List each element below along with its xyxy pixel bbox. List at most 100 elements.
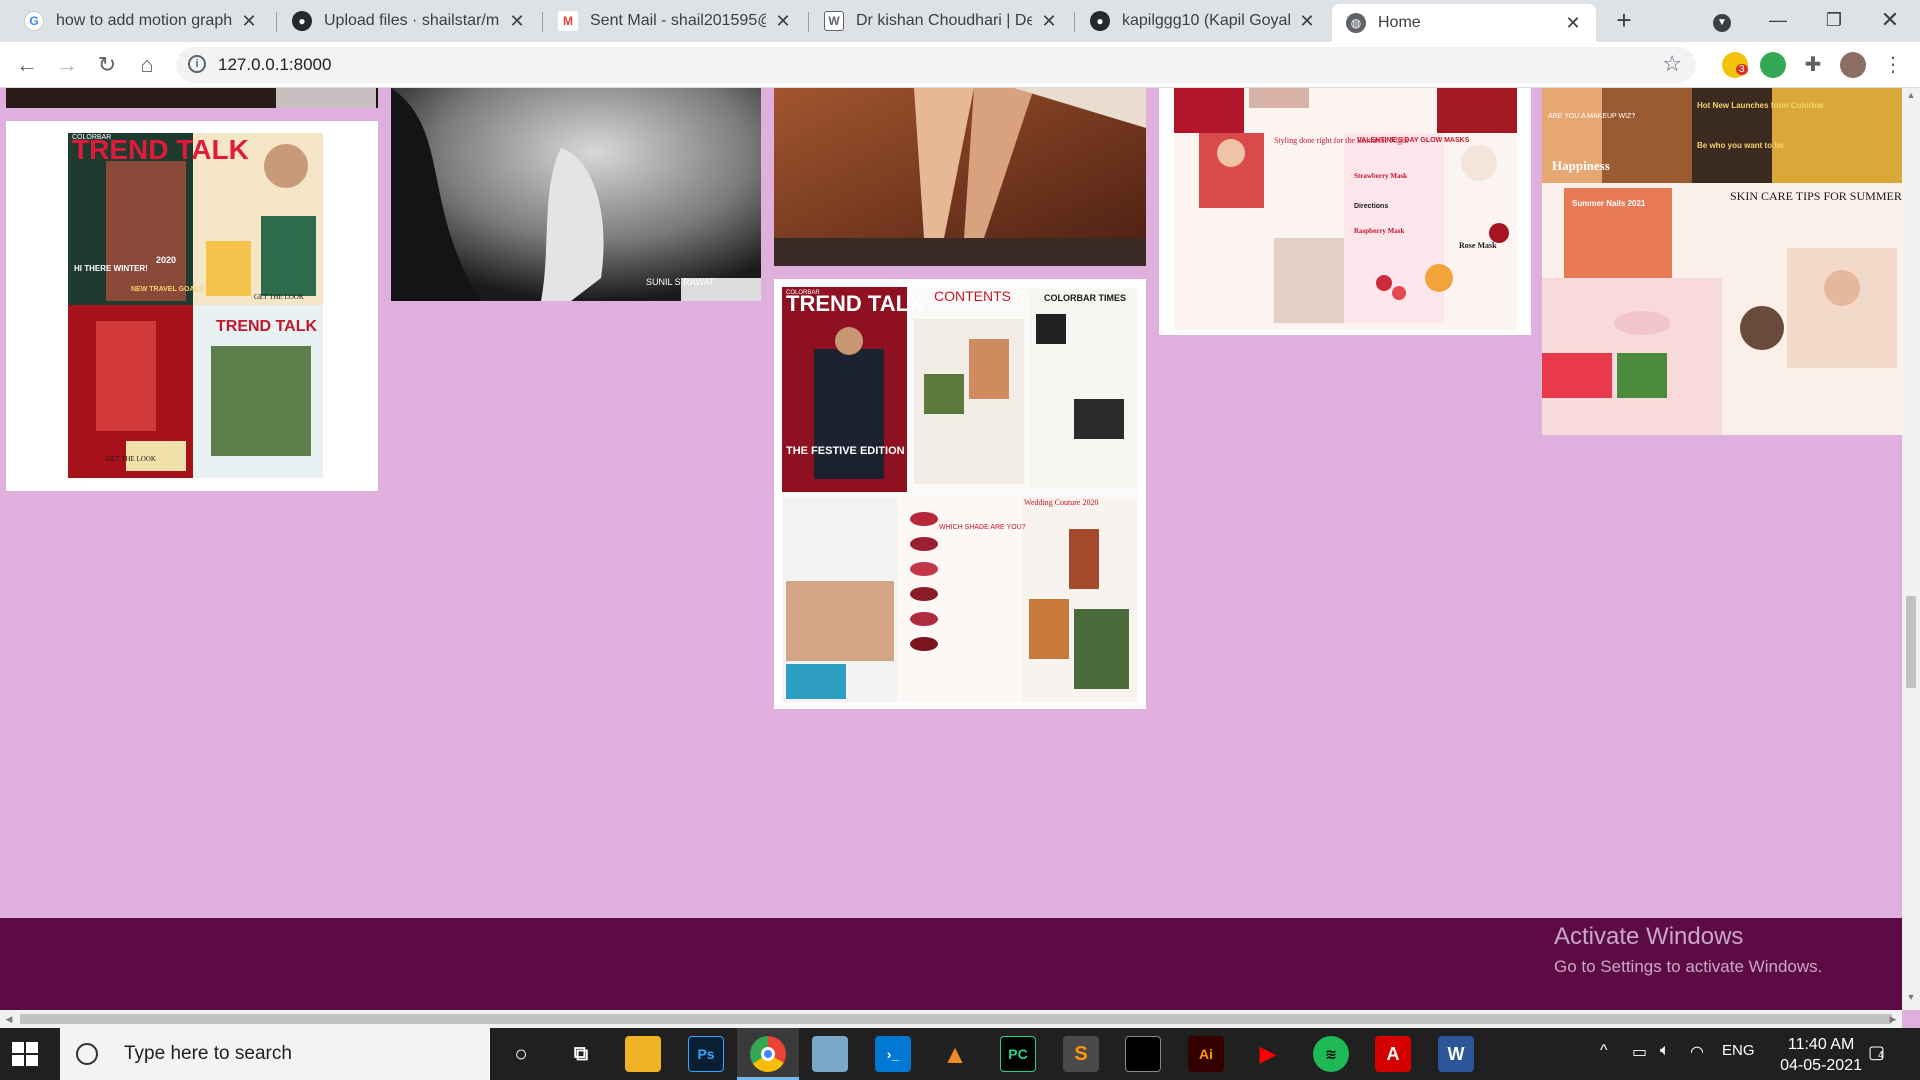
close-icon[interactable]: ✕ (1564, 13, 1582, 34)
powershell-icon[interactable]: ›_ (875, 1036, 911, 1072)
vlc-icon[interactable]: ▲ (937, 1036, 973, 1072)
contents-heading: CONTENTS (934, 288, 1011, 304)
scroll-right-arrow-icon[interactable]: ▶ (1884, 1010, 1902, 1028)
tab-divider (542, 12, 543, 32)
minimize-icon[interactable]: — (1758, 0, 1798, 40)
magazine-card-valentine[interactable]: Styling done right for the Romantic Nigh… (1159, 88, 1531, 335)
magazine-spread-festive: TREND TALK COLORBAR THE FESTIVE EDITION … (782, 287, 1138, 702)
tab-google-search[interactable]: G how to add motion graphic ✕ (10, 0, 272, 42)
wedding-heading: Wedding Couture 2020 (1024, 498, 1098, 507)
taskbar-clock[interactable]: 11:40 AM 04-05-2021 (1780, 1034, 1862, 1076)
vertical-scrollbar[interactable]: ▲ ▼ (1902, 88, 1920, 1010)
terminal-icon[interactable] (1125, 1036, 1161, 1072)
notification-center-icon[interactable]: ▢ 4 (1868, 1042, 1885, 1063)
close-icon[interactable]: ✕ (508, 11, 526, 32)
maximize-icon[interactable]: ❐ (1814, 0, 1854, 40)
tab-dentist[interactable]: W Dr kishan Choudhari | Denta ✕ (810, 0, 1072, 42)
tab-home[interactable]: ◍ Home ✕ (1332, 4, 1596, 42)
acrobat-icon[interactable]: A (1375, 1036, 1411, 1072)
menu-kebab-icon[interactable]: ⋮ (1880, 52, 1906, 78)
page-content: TREND TALK COLORBAR HI THERE WINTER! 202… (0, 88, 1902, 1010)
magazine-spread-summer: ARE YOU A MAKEUP WIZ? Happiness Hot New … (1542, 88, 1902, 435)
tab-search-icon[interactable]: ▼ (1702, 0, 1742, 40)
scroll-up-arrow-icon[interactable]: ▲ (1902, 90, 1920, 106)
word-icon[interactable]: W (1438, 1036, 1474, 1072)
tab-github-upload[interactable]: ● Upload files · shailstar/make ✕ (278, 0, 540, 42)
colorbar-times-heading: COLORBAR TIMES (1044, 293, 1126, 303)
tab-title: Home (1378, 14, 1421, 31)
cortana-icon[interactable]: ○ (503, 1036, 539, 1072)
bookmark-star-icon[interactable]: ☆ (1662, 51, 1682, 77)
close-icon[interactable]: ✕ (1040, 11, 1058, 32)
tab-gmail[interactable]: M Sent Mail - shail201595@gm ✕ (544, 0, 806, 42)
puzzle-icon[interactable]: ✚ (1800, 52, 1826, 78)
forward-arrow-icon[interactable]: → (52, 50, 82, 80)
bw-portrait-image[interactable]: SUNIL S RAWAT (391, 88, 761, 301)
vertical-scroll-thumb[interactable] (1906, 596, 1916, 688)
magazine-card-summer[interactable]: ARE YOU A MAKEUP WIZ? Happiness Hot New … (1542, 88, 1902, 435)
address-bar[interactable]: i 127.0.0.1:8000 ☆ (176, 47, 1696, 83)
close-icon[interactable]: ✕ (1298, 11, 1316, 32)
chrome-icon[interactable] (750, 1036, 786, 1072)
tab-title: kapilggg10 (Kapil Goyal) (1122, 12, 1290, 29)
illustrator-icon[interactable]: Ai (1188, 1036, 1224, 1072)
horizontal-scroll-thumb[interactable] (20, 1014, 1892, 1024)
magazine-title-small: TREND TALK (216, 318, 317, 335)
legs-photo-image[interactable] (774, 88, 1146, 266)
close-icon[interactable]: ✕ (240, 11, 258, 32)
close-icon[interactable]: ✕ (774, 11, 792, 32)
gallery-image[interactable] (6, 88, 378, 108)
clock-time: 11:40 AM (1787, 1036, 1855, 1053)
wifi-icon[interactable]: ◠ (1690, 1042, 1704, 1062)
photographer-credit: SUNIL S RAWAT (646, 277, 715, 287)
battery-icon[interactable]: ▭ (1632, 1042, 1647, 1062)
back-arrow-icon[interactable]: ← (12, 50, 42, 80)
valentines-heading: VALENTINE'S DAY GLOW MASKS (1357, 137, 1470, 144)
task-view-icon[interactable]: ⧉ (563, 1036, 599, 1072)
new-tab-button[interactable]: + (1610, 6, 1638, 34)
strawberry-heading: Strawberry Mask (1354, 172, 1407, 180)
reload-icon[interactable]: ↻ (92, 50, 122, 80)
extension-badge: 3 (1736, 64, 1748, 75)
magazine-brand: COLORBAR (786, 290, 820, 296)
browser-toolbar: ← → ↻ ⌂ i 127.0.0.1:8000 ☆ 3 ✚ ⋮ (0, 42, 1920, 88)
raspberry-heading: Raspberry Mask (1354, 227, 1404, 235)
photoshop-icon[interactable]: Ps (688, 1036, 724, 1072)
show-hidden-icons-chevron-icon[interactable]: ^ (1600, 1042, 1608, 1060)
language-indicator[interactable]: ENG (1722, 1042, 1755, 1059)
magazine-spread-winter: TREND TALK COLORBAR HI THERE WINTER! 202… (68, 133, 323, 478)
activate-windows-hint: Go to Settings to activate Windows. (1554, 957, 1823, 976)
extension-icon[interactable]: 3 (1722, 52, 1748, 78)
magazine-card-winter[interactable]: TREND TALK COLORBAR HI THERE WINTER! 202… (6, 121, 378, 491)
pycharm-icon[interactable]: PC (1000, 1036, 1036, 1072)
taskbar-search-box[interactable]: Type here to search (60, 1028, 490, 1080)
github-icon: ● (1090, 11, 1110, 31)
sublime-text-icon[interactable]: S (1063, 1036, 1099, 1072)
globe-extension-icon[interactable] (1760, 52, 1786, 78)
magazine-spread-valentine: Styling done right for the Romantic Nigh… (1174, 88, 1517, 330)
notification-count: 4 (1878, 1050, 1884, 1061)
site-info-icon[interactable]: i (188, 55, 206, 73)
url-text[interactable]: 127.0.0.1:8000 (218, 55, 331, 75)
windows-start-icon[interactable] (10, 1040, 40, 1068)
profile-avatar[interactable] (1840, 52, 1866, 78)
magazine-card-festive[interactable]: TREND TALK COLORBAR THE FESTIVE EDITION … (774, 279, 1146, 709)
volume-icon[interactable]: 🔈︎ (1660, 1042, 1670, 1060)
summer-nails-heading: Summer Nails 2021 (1572, 199, 1646, 208)
youtube-icon[interactable]: ▶ (1250, 1036, 1286, 1072)
spotify-icon[interactable]: ≋ (1313, 1036, 1349, 1072)
makeup-wiz-heading: ARE YOU A MAKEUP WIZ? (1548, 113, 1635, 120)
google-icon: G (24, 11, 44, 31)
window-close-icon[interactable]: ✕ (1870, 0, 1910, 40)
notepad-icon[interactable] (812, 1036, 848, 1072)
horizontal-scrollbar[interactable]: ◀ ▶ (0, 1010, 1902, 1028)
happiness-heading: Happiness (1552, 158, 1610, 173)
scroll-down-arrow-icon[interactable]: ▼ (1902, 992, 1920, 1008)
tab-github-profile[interactable]: ● kapilggg10 (Kapil Goyal) ✕ (1076, 0, 1330, 42)
skin-care-heading: SKIN CARE TIPS FOR SUMMERS (1730, 189, 1902, 203)
legs-photo (774, 88, 1146, 266)
scroll-left-arrow-icon[interactable]: ◀ (0, 1010, 18, 1028)
file-explorer-icon[interactable] (625, 1036, 661, 1072)
tab-title: Upload files · shailstar/make (324, 12, 500, 29)
home-icon[interactable]: ⌂ (132, 50, 162, 80)
